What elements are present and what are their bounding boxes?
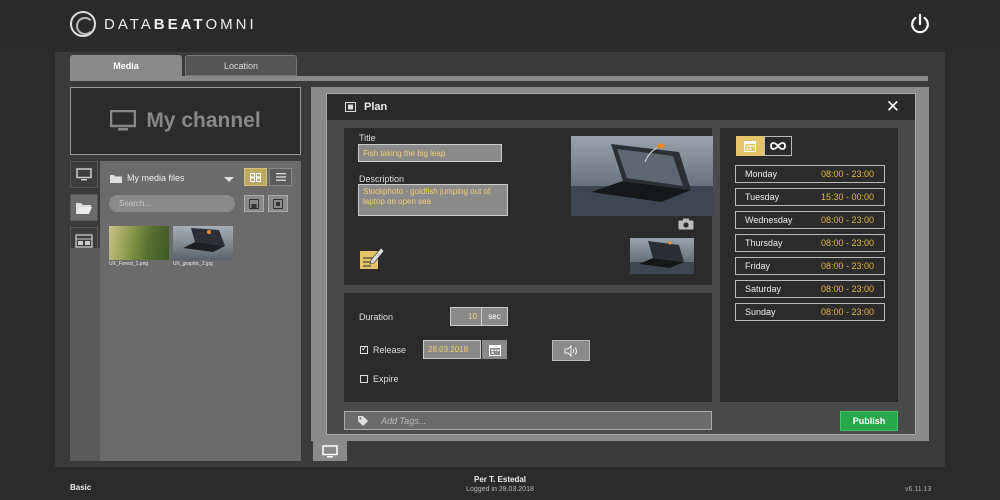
login-info: Logged in 28.03.2018: [466, 486, 534, 493]
schedule-day-tuesday[interactable]: Tuesday 15:30 - 00:00: [735, 188, 885, 206]
expire-label: Expire: [373, 374, 399, 384]
folder-open-icon: [76, 202, 92, 214]
tags-field[interactable]: [344, 411, 712, 430]
power-icon[interactable]: [909, 13, 931, 35]
channel-box[interactable]: My channel: [70, 87, 301, 155]
title-label: Title: [359, 133, 376, 143]
expire-checkbox[interactable]: [360, 375, 368, 383]
monitor-icon: [76, 168, 92, 181]
side-icon-bar: [70, 161, 100, 260]
calendar-icon: [488, 344, 501, 356]
description-input[interactable]: Stockphoto - goldfish jumping out of lap…: [358, 184, 508, 216]
description-label: Description: [359, 174, 405, 184]
content-card: Title Description Stockphoto - goldfish …: [344, 128, 713, 285]
side-panel-fill: [70, 248, 100, 461]
tag-icon: [358, 415, 368, 426]
schedule-day-friday[interactable]: Friday 08:00 - 23:00: [735, 257, 885, 275]
media-thumb[interactable]: UX_graphic_2.jpg: [173, 226, 233, 268]
logo-mark-icon: [70, 11, 96, 37]
preview-thumbnail[interactable]: [630, 238, 694, 274]
media-folder-select[interactable]: My media files: [110, 173, 185, 183]
release-date-input[interactable]: [423, 340, 481, 359]
forest-thumbnail: [109, 226, 169, 260]
schedule-day-saturday[interactable]: Saturday 08:00 - 23:00: [735, 280, 885, 298]
calendar-icon: [744, 141, 756, 152]
duration-label: Duration: [359, 312, 394, 322]
title-input[interactable]: [358, 144, 502, 162]
list-view-button[interactable]: [269, 168, 292, 186]
calendar-mode-button[interactable]: [736, 136, 764, 156]
release-label: Release: [373, 345, 407, 355]
tab-location[interactable]: Location: [185, 55, 297, 76]
release-checkbox[interactable]: [360, 344, 368, 354]
side-btn-screens[interactable]: [70, 161, 98, 188]
version-label: v6.11.13: [905, 486, 932, 493]
grid-view-button[interactable]: [244, 168, 267, 186]
schedule-day-thursday[interactable]: Thursday 08:00 - 23:00: [735, 234, 885, 252]
thumb-caption: UX_Forest_1.png: [109, 261, 149, 267]
preview-image: [571, 136, 713, 216]
media-search-input[interactable]: [109, 195, 235, 212]
infinite-mode-button[interactable]: [764, 136, 792, 156]
speaker-icon: [564, 344, 577, 357]
release-calendar-button[interactable]: [482, 340, 507, 359]
schedule-mode-toggle: [736, 136, 792, 156]
channel-title: My channel: [146, 109, 261, 132]
save-media-button[interactable]: [244, 195, 264, 212]
monitor-icon: [110, 110, 137, 131]
timing-card: Duration sec Release Expire: [344, 293, 712, 402]
duration-input[interactable]: [450, 307, 482, 326]
tags-input[interactable]: [381, 415, 681, 426]
folder-icon: [110, 174, 122, 183]
film-icon: [273, 198, 283, 209]
media-tools: [244, 195, 288, 212]
duration-unit: sec: [481, 307, 508, 326]
film-icon: [345, 102, 356, 112]
grid-icon: [250, 172, 261, 182]
schedule-day-sunday[interactable]: Sunday 08:00 - 23:00: [735, 303, 885, 321]
user-name: Per T. Estedal: [473, 475, 527, 484]
plan-header: Plan ✕: [327, 94, 915, 120]
app-logo: DATABEATOMNI: [70, 11, 257, 37]
side-btn-folders[interactable]: [70, 194, 98, 221]
infinity-icon: [770, 142, 786, 150]
logo-text: DATABEATOMNI: [104, 15, 257, 33]
monitor-icon: [322, 444, 338, 457]
thumb-caption: UX_graphic_2.jpg: [173, 261, 213, 267]
publish-button[interactable]: Publish: [840, 411, 898, 431]
camera-icon[interactable]: [678, 218, 694, 230]
media-folder-label: My media files: [127, 173, 185, 183]
screen-preview-tab[interactable]: [313, 441, 347, 461]
edit-note-icon[interactable]: [359, 245, 385, 271]
schedule-card: Monday 08:00 - 23:00 Tuesday 15:30 - 00:00…: [720, 128, 898, 402]
media-panel: My media files UX_Forest_1.png UX_graphi…: [100, 161, 301, 461]
schedule-day-monday[interactable]: Monday 08:00 - 23:00: [735, 165, 885, 183]
list-icon: [275, 173, 286, 181]
plan-modal: Plan ✕ Title Description Stockphoto - go…: [326, 93, 916, 435]
tab-underline: [70, 76, 928, 81]
laptop-thumbnail: [173, 226, 233, 260]
save-icon: [249, 198, 259, 209]
chevron-down-icon[interactable]: [224, 177, 234, 182]
media-thumb[interactable]: UX_Forest_1.png: [109, 226, 169, 268]
schedule-day-wednesday[interactable]: Wednesday 08:00 - 23:00: [735, 211, 885, 229]
tab-media[interactable]: Media: [70, 55, 182, 76]
layout-icon: [75, 233, 93, 248]
view-toggle: [244, 168, 292, 186]
plan-title: Plan: [364, 101, 388, 113]
audio-button[interactable]: [552, 340, 590, 361]
media-thumbnails: UX_Forest_1.png UX_graphic_2.jpg: [109, 226, 233, 268]
film-media-button[interactable]: [268, 195, 288, 212]
close-icon[interactable]: ✕: [886, 97, 900, 117]
main-tabs: Media Location: [70, 55, 297, 77]
